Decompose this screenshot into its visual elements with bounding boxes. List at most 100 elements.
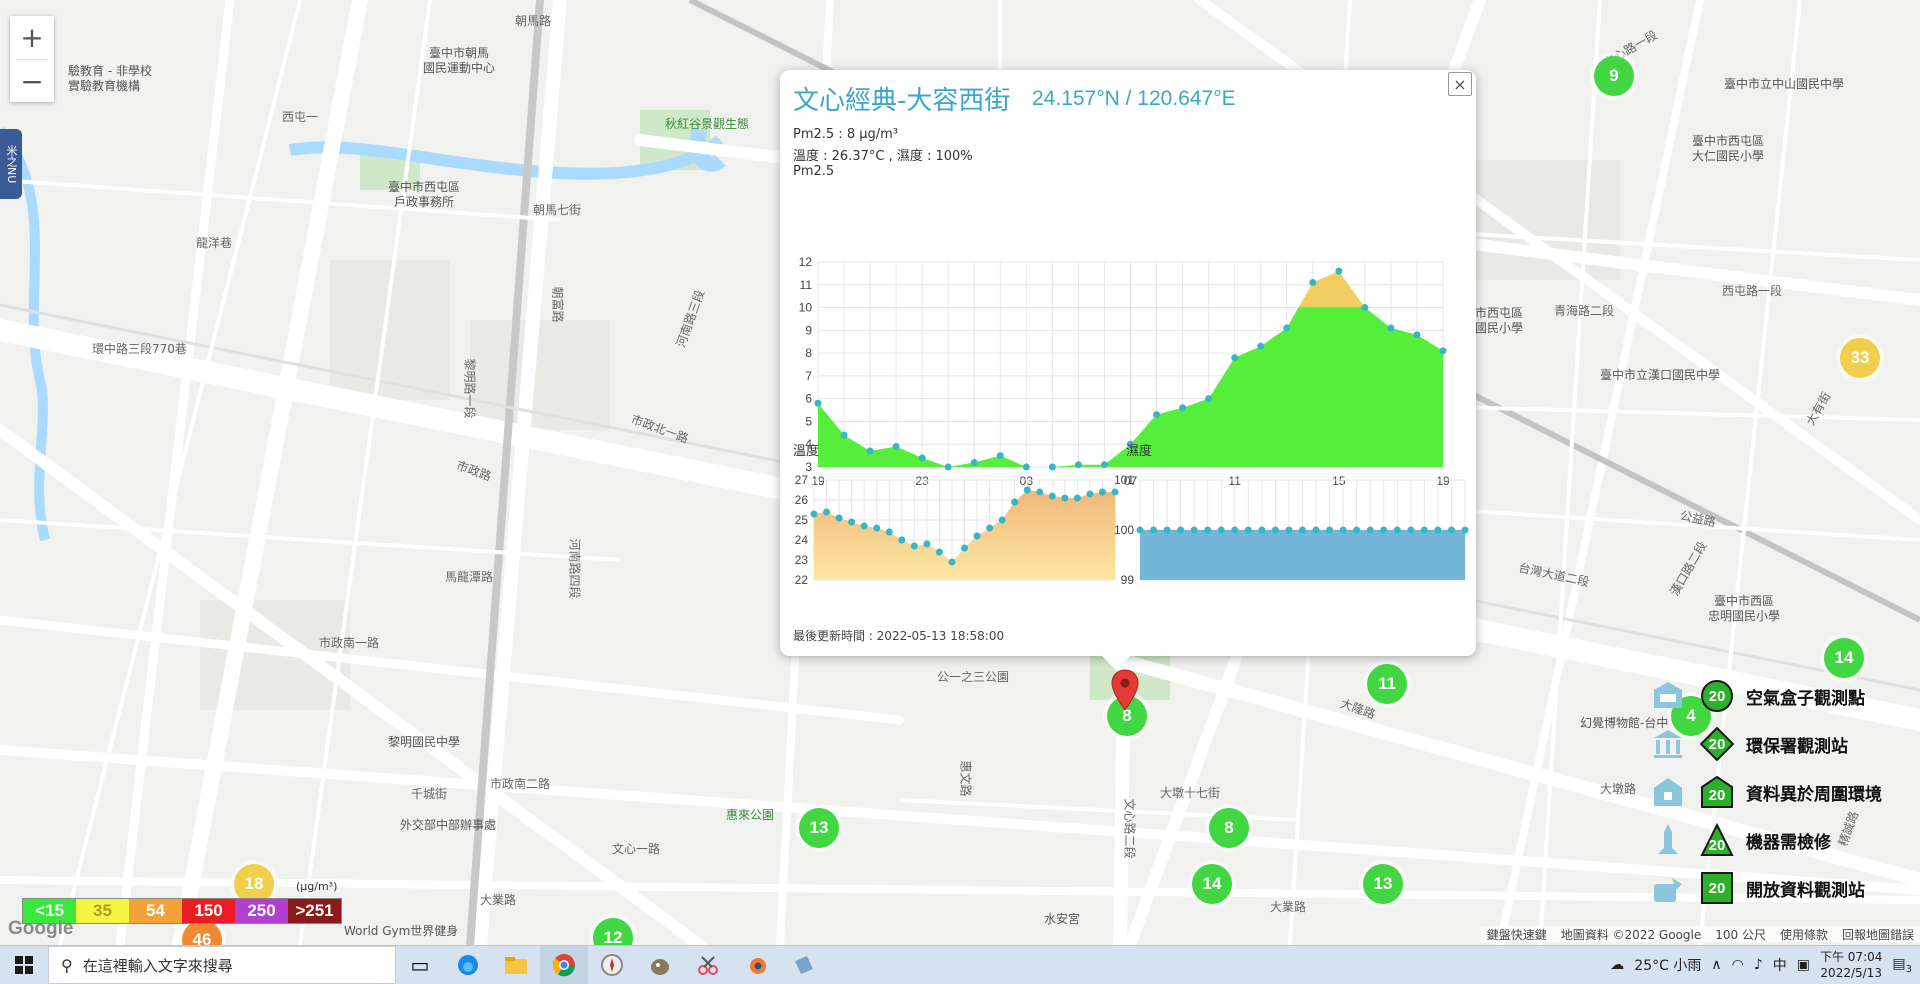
data-point: [823, 508, 831, 516]
scale-step: 150: [182, 899, 235, 923]
map-attribution: 鍵盤快速鍵 地圖資料 ©2022 Google 100 公尺 使用條款 回報地圖…: [1480, 926, 1920, 943]
location-pin-icon[interactable]: [1110, 668, 1140, 712]
poi-label: 臺中市立中山國民中學: [1724, 77, 1845, 91]
blender-icon[interactable]: [732, 946, 780, 984]
compass-app-icon[interactable]: [588, 946, 636, 984]
app-icon[interactable]: [780, 946, 828, 984]
poi-label: 市西屯區 國民小學: [1475, 306, 1524, 335]
legend-item: 20 機器需檢修: [1648, 816, 1910, 864]
station-cluster[interactable]: 33: [1840, 338, 1880, 378]
station-coordinates: 24.157°N / 120.647°E: [1032, 87, 1236, 110]
y-tick-label: 27: [795, 473, 809, 487]
data-point: [1190, 526, 1198, 534]
edge-browser-icon[interactable]: [444, 946, 492, 984]
side-panel-tab[interactable]: 米之NU: [0, 129, 22, 199]
y-tick-label: 7: [805, 369, 812, 383]
temperature-chart: 22 23 24 25 26 27: [795, 473, 1119, 587]
chevron-up-icon[interactable]: ∧: [1711, 957, 1721, 973]
poi-label: 驗教育 - 非學校 實驗教育機構: [68, 64, 152, 93]
repair-icon: [1648, 820, 1688, 860]
road-label: 西屯路一段: [1722, 284, 1783, 298]
y-tick-label: 12: [799, 255, 813, 269]
data-point: [1439, 347, 1447, 355]
task-view-icon[interactable]: ▭: [396, 946, 444, 984]
notification-icon[interactable]: ▤3: [1892, 956, 1912, 975]
road-label: 惠文路: [958, 760, 973, 797]
poi-label: 臺中市西區 忠明國民小學: [1708, 594, 1781, 623]
google-logo: Google: [8, 918, 74, 939]
station-name: 文心經典-大容西街: [793, 86, 1011, 116]
input-method[interactable]: 中: [1773, 955, 1787, 975]
snipping-tool-icon[interactable]: [684, 946, 732, 984]
chrome-browser-icon[interactable]: [540, 946, 588, 984]
gimp-icon[interactable]: [636, 946, 684, 984]
keyboard-icon[interactable]: ▣: [1797, 957, 1810, 973]
data-point: [866, 447, 874, 455]
scale-step: 54: [129, 899, 182, 923]
report-error-link[interactable]: 回報地圖錯誤: [1842, 926, 1914, 943]
data-point: [923, 540, 931, 548]
y-tick-label: 25: [795, 513, 809, 527]
station-cluster[interactable]: 11: [1367, 664, 1407, 704]
data-point: [1413, 331, 1421, 339]
data-point: [885, 528, 893, 536]
legend-label: 開放資料觀測站: [1746, 880, 1865, 901]
y-tick-label: 101: [1114, 473, 1134, 487]
temp-humidity-reading: 溫度 : 26.37°C , 濕度 : 100%: [793, 149, 973, 164]
station-cluster[interactable]: 14: [1192, 864, 1232, 904]
map-canvas[interactable]: 朝馬路 西屯一 龍洋巷 環中路三段770巷 黎明路一段 市政路 市政北一路 河南…: [0, 0, 1920, 945]
keyboard-shortcuts-link[interactable]: 鍵盤快速鍵: [1487, 926, 1547, 943]
volume-icon[interactable]: ♪: [1754, 957, 1763, 973]
legend-label: 資料異於周圍環境: [1746, 784, 1882, 805]
date: 2022/5/13: [1820, 966, 1882, 980]
data-point: [1285, 526, 1293, 534]
y-tick-label: 100: [1114, 523, 1134, 537]
airbox-icon: [1648, 676, 1688, 716]
data-point: [1447, 526, 1455, 534]
data-point: [873, 524, 881, 532]
close-icon[interactable]: ×: [1448, 72, 1472, 96]
road-label: 大墩十七街: [1160, 786, 1221, 800]
epa-station-icon: [1648, 724, 1688, 764]
zoom-out-button[interactable]: −: [10, 60, 54, 103]
time: 下午 07:04: [1819, 950, 1883, 964]
station-cluster[interactable]: 9: [1594, 56, 1634, 96]
zoom-in-button[interactable]: +: [10, 16, 54, 59]
road-label: 黎明路一段: [462, 358, 477, 419]
data-point: [1366, 526, 1374, 534]
station-cluster[interactable]: 8: [1209, 808, 1249, 848]
data-point: [1061, 494, 1069, 502]
road-label: 市政南一路: [319, 636, 380, 650]
data-point: [1380, 526, 1388, 534]
file-explorer-icon[interactable]: [492, 946, 540, 984]
data-point: [1387, 324, 1395, 332]
humidity-chart: 99 100 101: [1114, 473, 1469, 587]
data-point: [1048, 492, 1056, 500]
windows-start-icon[interactable]: [0, 946, 48, 984]
scale-unit: (μg/m³): [296, 880, 338, 893]
legend-item: 20 資料異於周圍環境: [1648, 768, 1910, 816]
station-cluster[interactable]: 13: [1363, 864, 1403, 904]
data-point: [998, 516, 1006, 524]
scale-step: 35: [76, 899, 129, 923]
terms-link[interactable]: 使用條款: [1780, 926, 1828, 943]
station-cluster[interactable]: 13: [799, 808, 839, 848]
y-tick-label: 22: [795, 573, 809, 587]
scale-bar[interactable]: 100 公尺: [1715, 926, 1766, 943]
data-point: [1205, 395, 1213, 403]
y-tick-label: 11: [800, 278, 813, 292]
network-icon[interactable]: ◠: [1732, 957, 1744, 973]
weather-text[interactable]: 25°C 小雨: [1634, 955, 1701, 975]
pm25-chart-title: Pm2.5: [793, 164, 835, 179]
road-label: 文心路二段: [1122, 798, 1137, 859]
data-point: [1407, 526, 1415, 534]
data-point: [1231, 526, 1239, 534]
road-label: 大業路: [480, 893, 517, 907]
clock[interactable]: 下午 07:04 2022/5/13: [1820, 949, 1882, 981]
y-tick-label: 9: [805, 323, 812, 337]
data-point: [1361, 304, 1369, 312]
y-tick-label: 99: [1121, 573, 1135, 587]
taskbar-search[interactable]: ⚲ 在這裡輸入文字來搜尋: [48, 946, 396, 984]
data-point: [1177, 526, 1185, 534]
data-point: [1339, 526, 1347, 534]
